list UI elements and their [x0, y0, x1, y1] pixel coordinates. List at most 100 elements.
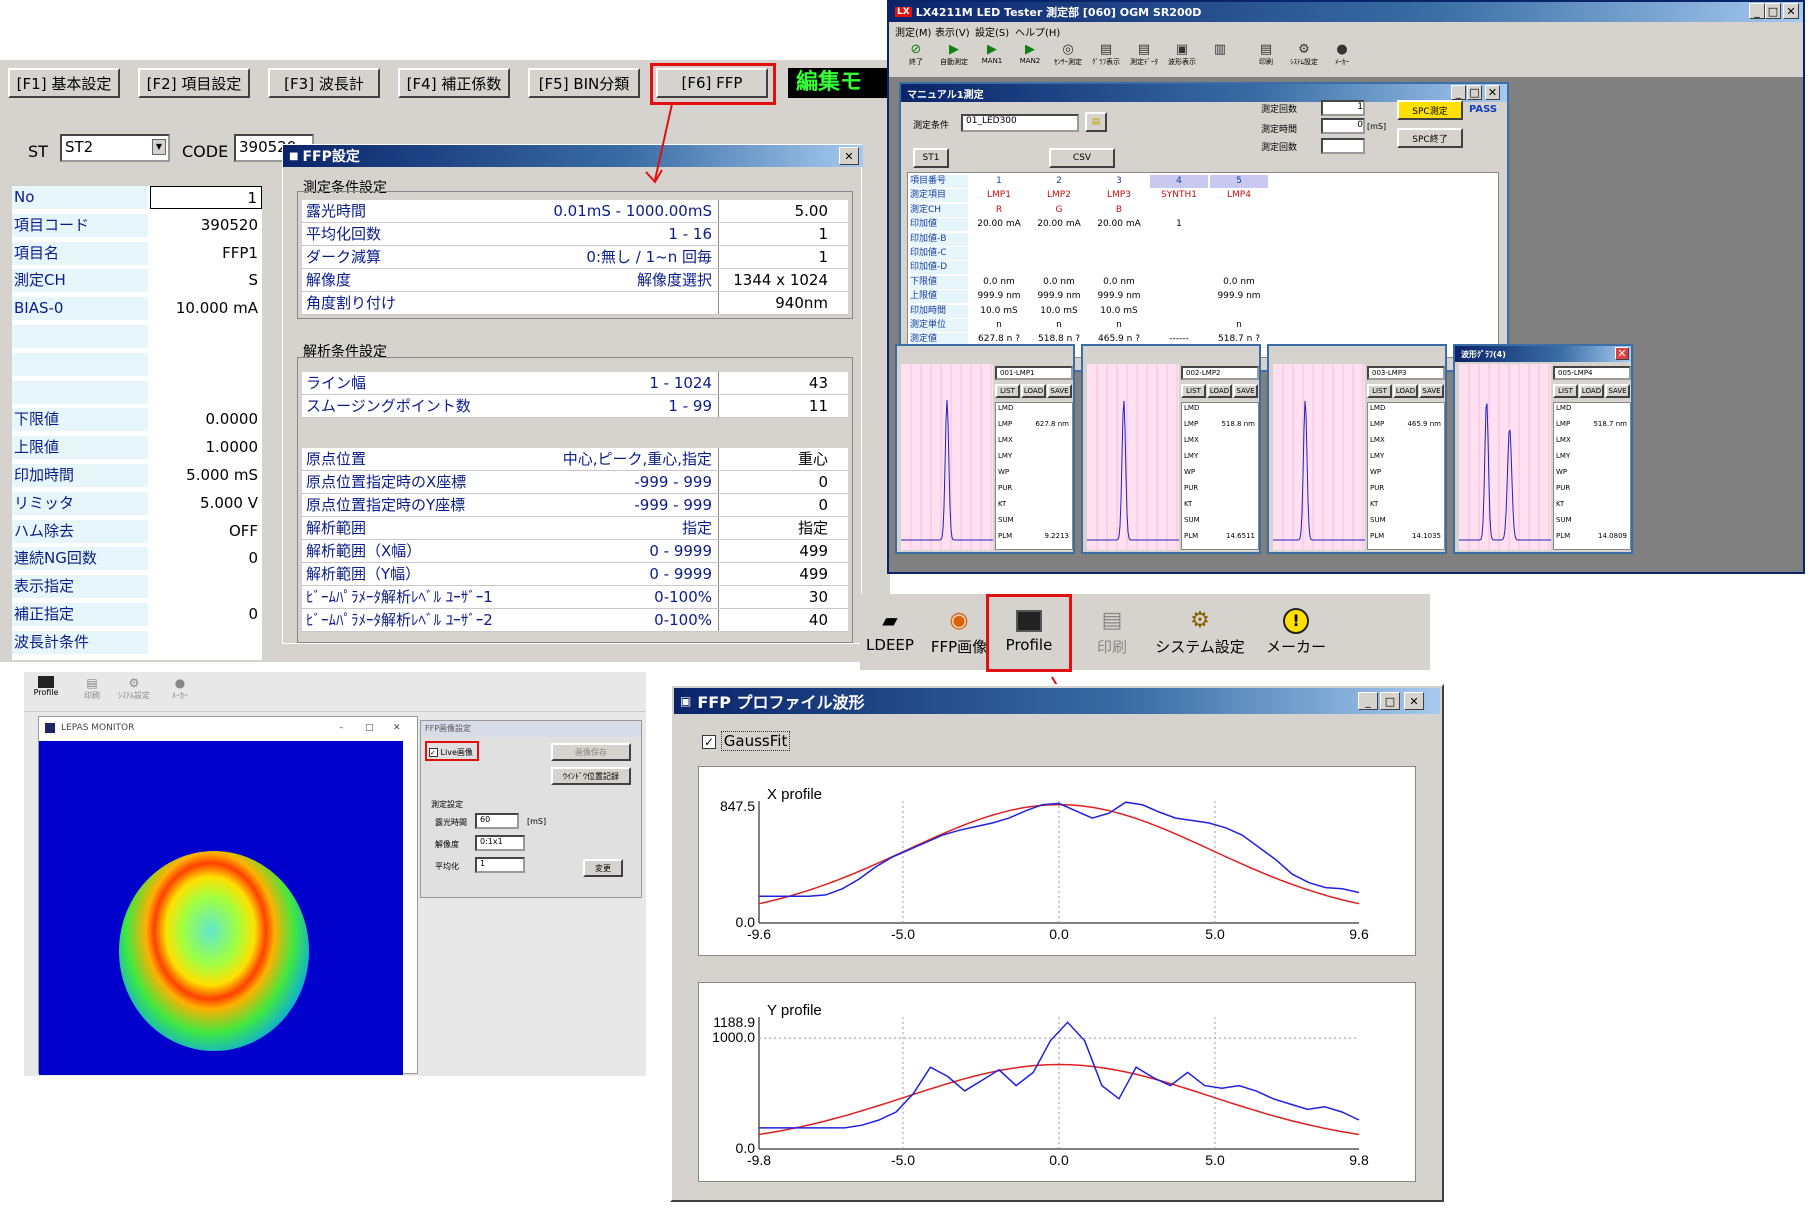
tool-ldeep[interactable]: ▰ LDEEP [860, 608, 920, 664]
list-button[interactable]: LIST [1367, 384, 1392, 398]
menu-settings[interactable]: 設定(S) [975, 24, 1009, 39]
save-image-button[interactable]: 画像保存 [551, 743, 631, 761]
grid-cell-bias[interactable]: 1 [1150, 218, 1208, 231]
small-tool-maker[interactable]: ● ﾒｰｶｰ [160, 676, 200, 701]
grid-cell-bias[interactable]: 20.00 mA [970, 218, 1028, 231]
grid-cell-head[interactable]: 2 [1030, 175, 1088, 188]
grid-cell-time[interactable] [1150, 305, 1208, 318]
grid-cell-time[interactable]: 10.0 mS [970, 305, 1028, 318]
maximize-icon[interactable]: □ [1765, 3, 1781, 19]
grid-cell-lo[interactable]: 0.0 nm [1210, 276, 1268, 289]
tester-tool-4[interactable]: ◎ ｾﾝｻｰ測定 [1049, 42, 1087, 67]
minimize-icon[interactable]: _ [1451, 85, 1466, 100]
grid-cell-lo[interactable]: 0.0 nm [970, 276, 1028, 289]
save-button[interactable]: SAVE [1233, 384, 1258, 398]
list-button[interactable]: LIST [1553, 384, 1578, 398]
list-button[interactable]: LIST [995, 384, 1020, 398]
grid-cell-item[interactable]: LMP3 [1090, 189, 1148, 202]
menu-view[interactable]: 表示(V) [935, 24, 970, 39]
tester-tool-7[interactable]: ▣ 波形表示 [1163, 42, 1201, 67]
tool-system[interactable]: ⚙ システム設定 [1152, 608, 1248, 664]
tool-print[interactable]: ▤ 印刷 [1082, 608, 1142, 664]
save-button[interactable]: SAVE [1047, 384, 1072, 398]
maximize-icon[interactable]: □ [1467, 85, 1482, 100]
grid-cell-ch[interactable] [1210, 204, 1268, 217]
tool-ffp-image[interactable]: ◉ FFP画像 [924, 608, 994, 664]
grid-cell-unit[interactable]: n [1210, 319, 1268, 332]
grid-cell-bias[interactable]: 20.00 mA [1030, 218, 1088, 231]
grid-cell-ch[interactable]: B [1090, 204, 1148, 217]
tester-tool-5[interactable]: ▤ ｸﾞﾗﾌ表示 [1087, 42, 1125, 67]
grid-cell-head[interactable]: 3 [1090, 175, 1148, 188]
maximize-icon[interactable]: □ [1380, 692, 1400, 710]
tool-maker[interactable]: ! メーカー [1256, 608, 1336, 664]
grid-cell-bias[interactable]: 20.00 mA [1090, 218, 1148, 231]
gaussfit-checkbox[interactable]: ✓ GaussFit [702, 731, 791, 751]
menu-help[interactable]: ヘルプ(H) [1015, 24, 1060, 39]
maximize-icon[interactable]: □ [365, 717, 374, 739]
folder-button[interactable]: ▤ [1085, 112, 1107, 132]
tester-tool-1[interactable]: ▶ 自動測定 [935, 42, 973, 67]
grid-cell-bias[interactable] [1210, 218, 1268, 231]
csv-button[interactable]: CSV [1049, 148, 1115, 168]
grid-cell-unit[interactable] [1150, 319, 1208, 332]
save-window-pos-button[interactable]: ｳｲﾝﾄﾞｳ位置記録 [551, 767, 631, 785]
grid-cell-time[interactable]: 10.0 mS [1030, 305, 1088, 318]
tester-tool-3[interactable]: ▶ MAN2 [1011, 42, 1049, 65]
st1-button[interactable]: ST1 [913, 148, 949, 168]
grid-cell-item[interactable]: SYNTH1 [1150, 189, 1208, 202]
grid-cell-item[interactable]: LMP4 [1210, 189, 1268, 202]
close-icon[interactable]: ✕ [393, 717, 401, 739]
grid-cell-time[interactable]: 10.0 mS [1090, 305, 1148, 318]
wave-select[interactable]: 005-LMP4 [1553, 366, 1631, 380]
save-button[interactable]: SAVE [1419, 384, 1444, 398]
exp-field[interactable]: 60 [475, 813, 519, 829]
grid-cell-hi[interactable]: 999.9 nm [1210, 290, 1268, 303]
minimize-icon[interactable]: _ [1749, 3, 1765, 19]
tester-tool-10[interactable]: ⚙ ｼｽﾃﾑ設定 [1285, 42, 1323, 67]
grid-cell-unit[interactable]: n [1090, 319, 1148, 332]
grid-cell-hi[interactable] [1150, 290, 1208, 303]
grid-cell-head[interactable]: 4 [1150, 175, 1208, 188]
minimize-icon[interactable]: _ [1358, 692, 1378, 710]
list-button[interactable]: LIST [1181, 384, 1206, 398]
menu-measure[interactable]: 測定(M) [895, 24, 931, 39]
close-icon[interactable]: ✕ [1783, 3, 1799, 19]
grid-cell-lo[interactable]: 0.0 nm [1030, 276, 1088, 289]
wave-select[interactable]: 003-LMP3 [1367, 366, 1445, 380]
load-button[interactable]: LOAD [1021, 384, 1046, 398]
res-select[interactable]: 0:1x1 [475, 835, 525, 851]
tester-tool-0[interactable]: ⊘ 終了 [897, 42, 935, 67]
grid-cell-unit[interactable]: n [970, 319, 1028, 332]
grid-cell-unit[interactable]: n [1030, 319, 1088, 332]
grid-cell-ch[interactable]: R [970, 204, 1028, 217]
grid-cell-head[interactable]: 5 [1210, 175, 1268, 188]
grid-cell-lo[interactable] [1150, 276, 1208, 289]
tester-tool-11[interactable]: ● ﾒｰｶｰ [1323, 42, 1361, 67]
tester-tool-8[interactable]: ▥ [1201, 42, 1239, 57]
count-field[interactable]: 1 [1321, 100, 1365, 116]
cond-field[interactable]: 01_LED300 [961, 114, 1079, 132]
change-button[interactable]: 変更 [583, 859, 623, 877]
small-tool-system[interactable]: ⚙ ｼｽﾃﾑ設定 [112, 676, 156, 701]
tester-tool-2[interactable]: ▶ MAN1 [973, 42, 1011, 65]
spc-end-button[interactable]: SPC終了 [1397, 128, 1463, 148]
close-icon[interactable]: ✕ [1404, 692, 1424, 710]
wave-select[interactable]: 001-LMP1 [995, 366, 1073, 380]
grid-cell-lo[interactable]: 0.0 nm [1090, 276, 1148, 289]
minimize-icon[interactable]: – [339, 717, 344, 739]
repeat-field[interactable] [1321, 138, 1365, 154]
close-icon[interactable]: ✕ [1485, 85, 1500, 100]
grid-cell-item[interactable]: LMP1 [970, 189, 1028, 202]
grid-cell-hi[interactable]: 999.9 nm [1090, 290, 1148, 303]
load-button[interactable]: LOAD [1579, 384, 1604, 398]
grid-cell-hi[interactable]: 999.9 nm [1030, 290, 1088, 303]
close-icon[interactable]: ✕ [1615, 347, 1629, 360]
grid-cell-hi[interactable]: 999.9 nm [970, 290, 1028, 303]
small-tool-print[interactable]: ▤ 印刷 [74, 676, 110, 701]
grid-cell-time[interactable] [1210, 305, 1268, 318]
grid-cell-item[interactable]: LMP2 [1030, 189, 1088, 202]
small-tool-profile[interactable]: Profile [28, 676, 64, 697]
avg-field[interactable]: 1 [475, 857, 525, 873]
load-button[interactable]: LOAD [1207, 384, 1232, 398]
